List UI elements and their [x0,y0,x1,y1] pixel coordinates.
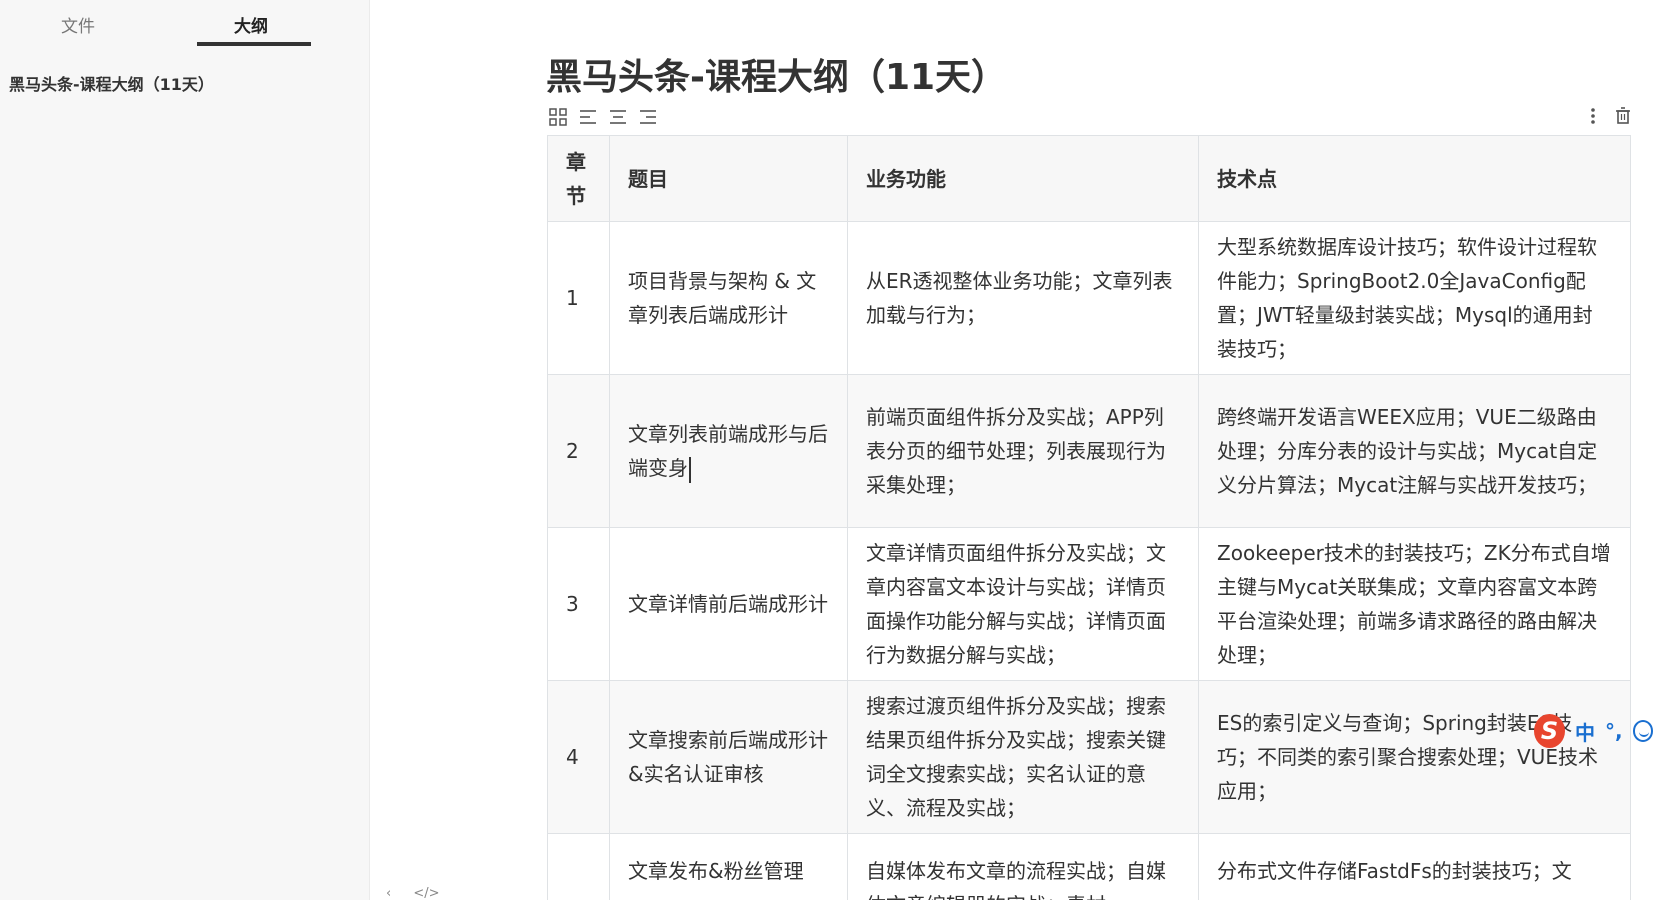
cell-topic[interactable]: 文章搜索前后端成形计&实名认证审核 [609,680,848,834]
table-row: 1 项目背景与架构 & 文章列表后端成形计 从ER透视整体业务功能；文章列表加载… [547,221,1631,375]
cell-tech[interactable]: Zookeeper技术的封装技巧；ZK分布式自增主键与Mycat关联集成；文章内… [1198,527,1631,681]
ime-logo-icon[interactable]: S [1534,714,1565,748]
table-grid-icon[interactable] [548,107,568,127]
header-tech[interactable]: 技术点 [1198,135,1631,222]
cell-chapter[interactable] [547,833,610,900]
cell-topic-text: 文章列表前端成形与后端变身 [628,422,828,480]
ime-toolbar[interactable]: S 中 °, [1530,712,1653,750]
active-tab-indicator [197,42,311,46]
text-caret [689,456,691,483]
page-title: 黑马头条-课程大纲（11天） [546,57,1008,98]
sidebar-tabs: 文件 大纲 [0,0,370,48]
ime-punct-toggle[interactable]: °, [1605,719,1623,743]
table-row: 3 文章详情前后端成形计 文章详情页面组件拆分及实战；文章内容富文本设计与实战；… [547,527,1631,681]
cell-chapter[interactable]: 2 [547,374,610,528]
cell-topic-editing[interactable]: 文章列表前端成形与后端变身 [609,374,848,528]
sidebar: 文件 大纲 黑马头条-课程大纲（11天） [0,0,370,900]
cell-topic[interactable]: 项目背景与架构 & 文章列表后端成形计 [609,221,848,375]
cell-business[interactable]: 从ER透视整体业务功能；文章列表加载与行为； [847,221,1199,375]
editor-footer: ‹ </> [386,886,458,900]
cell-tech[interactable]: 大型系统数据库设计技巧；软件设计过程软件能力；SpringBoot2.0全Jav… [1198,221,1631,375]
cell-tech[interactable]: 跨终端开发语言WEEX应用；VUE二级路由处理；分库分表的设计与实战；Mycat… [1198,374,1631,528]
tab-files[interactable]: 文件 [61,12,95,37]
cell-business[interactable]: 自媒体发布文章的流程实战；自媒体文章编辑器的实战；素材 [847,833,1199,900]
header-topic[interactable]: 题目 [609,135,848,222]
align-right-icon[interactable] [638,107,658,127]
table-header-row: 章节 题目 业务功能 技术点 [547,135,1631,222]
chevron-left-icon[interactable]: ‹ [386,886,391,900]
cell-tech[interactable]: ES的索引定义与查询；Spring封装ES技巧；不同类的索引聚合搜索处理；VUE… [1198,680,1631,834]
cell-tech[interactable]: 分布式文件存储FastdFs的封装技巧；文 [1198,833,1631,900]
more-vertical-icon[interactable] [1583,106,1603,126]
header-chapter[interactable]: 章节 [547,135,610,222]
cell-chapter[interactable]: 3 [547,527,610,681]
table-toolbar-right [1583,106,1633,126]
cell-business[interactable]: 搜索过渡页组件拆分及实战；搜索结果页组件拆分及实战；搜索关键词全文搜索实战；实名… [847,680,1199,834]
table-row: 文章发布&粉丝管理 自媒体发布文章的流程实战；自媒体文章编辑器的实战；素材 分布… [547,833,1631,900]
align-center-icon[interactable] [608,107,628,127]
emoji-icon[interactable] [1632,720,1653,742]
cell-topic[interactable]: 文章详情前后端成形计 [609,527,848,681]
ime-mode-toggle[interactable]: 中 [1575,717,1595,746]
course-outline-table: 章节 题目 业务功能 技术点 1 项目背景与架构 & 文章列表后端成形计 从ER… [547,135,1631,900]
table-row: 2 文章列表前端成形与后端变身 前端页面组件拆分及实战；APP列表分页的细节处理… [547,374,1631,528]
source-code-icon[interactable]: </> [413,886,439,900]
align-left-icon[interactable] [578,107,598,127]
tab-outline[interactable]: 大纲 [234,12,268,37]
table-row: 4 文章搜索前后端成形计&实名认证审核 搜索过渡页组件拆分及实战；搜索结果页组件… [547,680,1631,834]
cell-chapter[interactable]: 4 [547,680,610,834]
cell-business[interactable]: 前端页面组件拆分及实战；APP列表分页的细节处理；列表展现行为采集处理； [847,374,1199,528]
cell-business[interactable]: 文章详情页面组件拆分及实战；文章内容富文本设计与实战；详情页面操作功能分解与实战… [847,527,1199,681]
header-business[interactable]: 业务功能 [847,135,1199,222]
table-toolbar [548,106,658,128]
cell-topic[interactable]: 文章发布&粉丝管理 [609,833,848,900]
cell-chapter[interactable]: 1 [547,221,610,375]
outline-item-title[interactable]: 黑马头条-课程大纲（11天） [9,71,214,95]
delete-icon[interactable] [1613,106,1633,126]
